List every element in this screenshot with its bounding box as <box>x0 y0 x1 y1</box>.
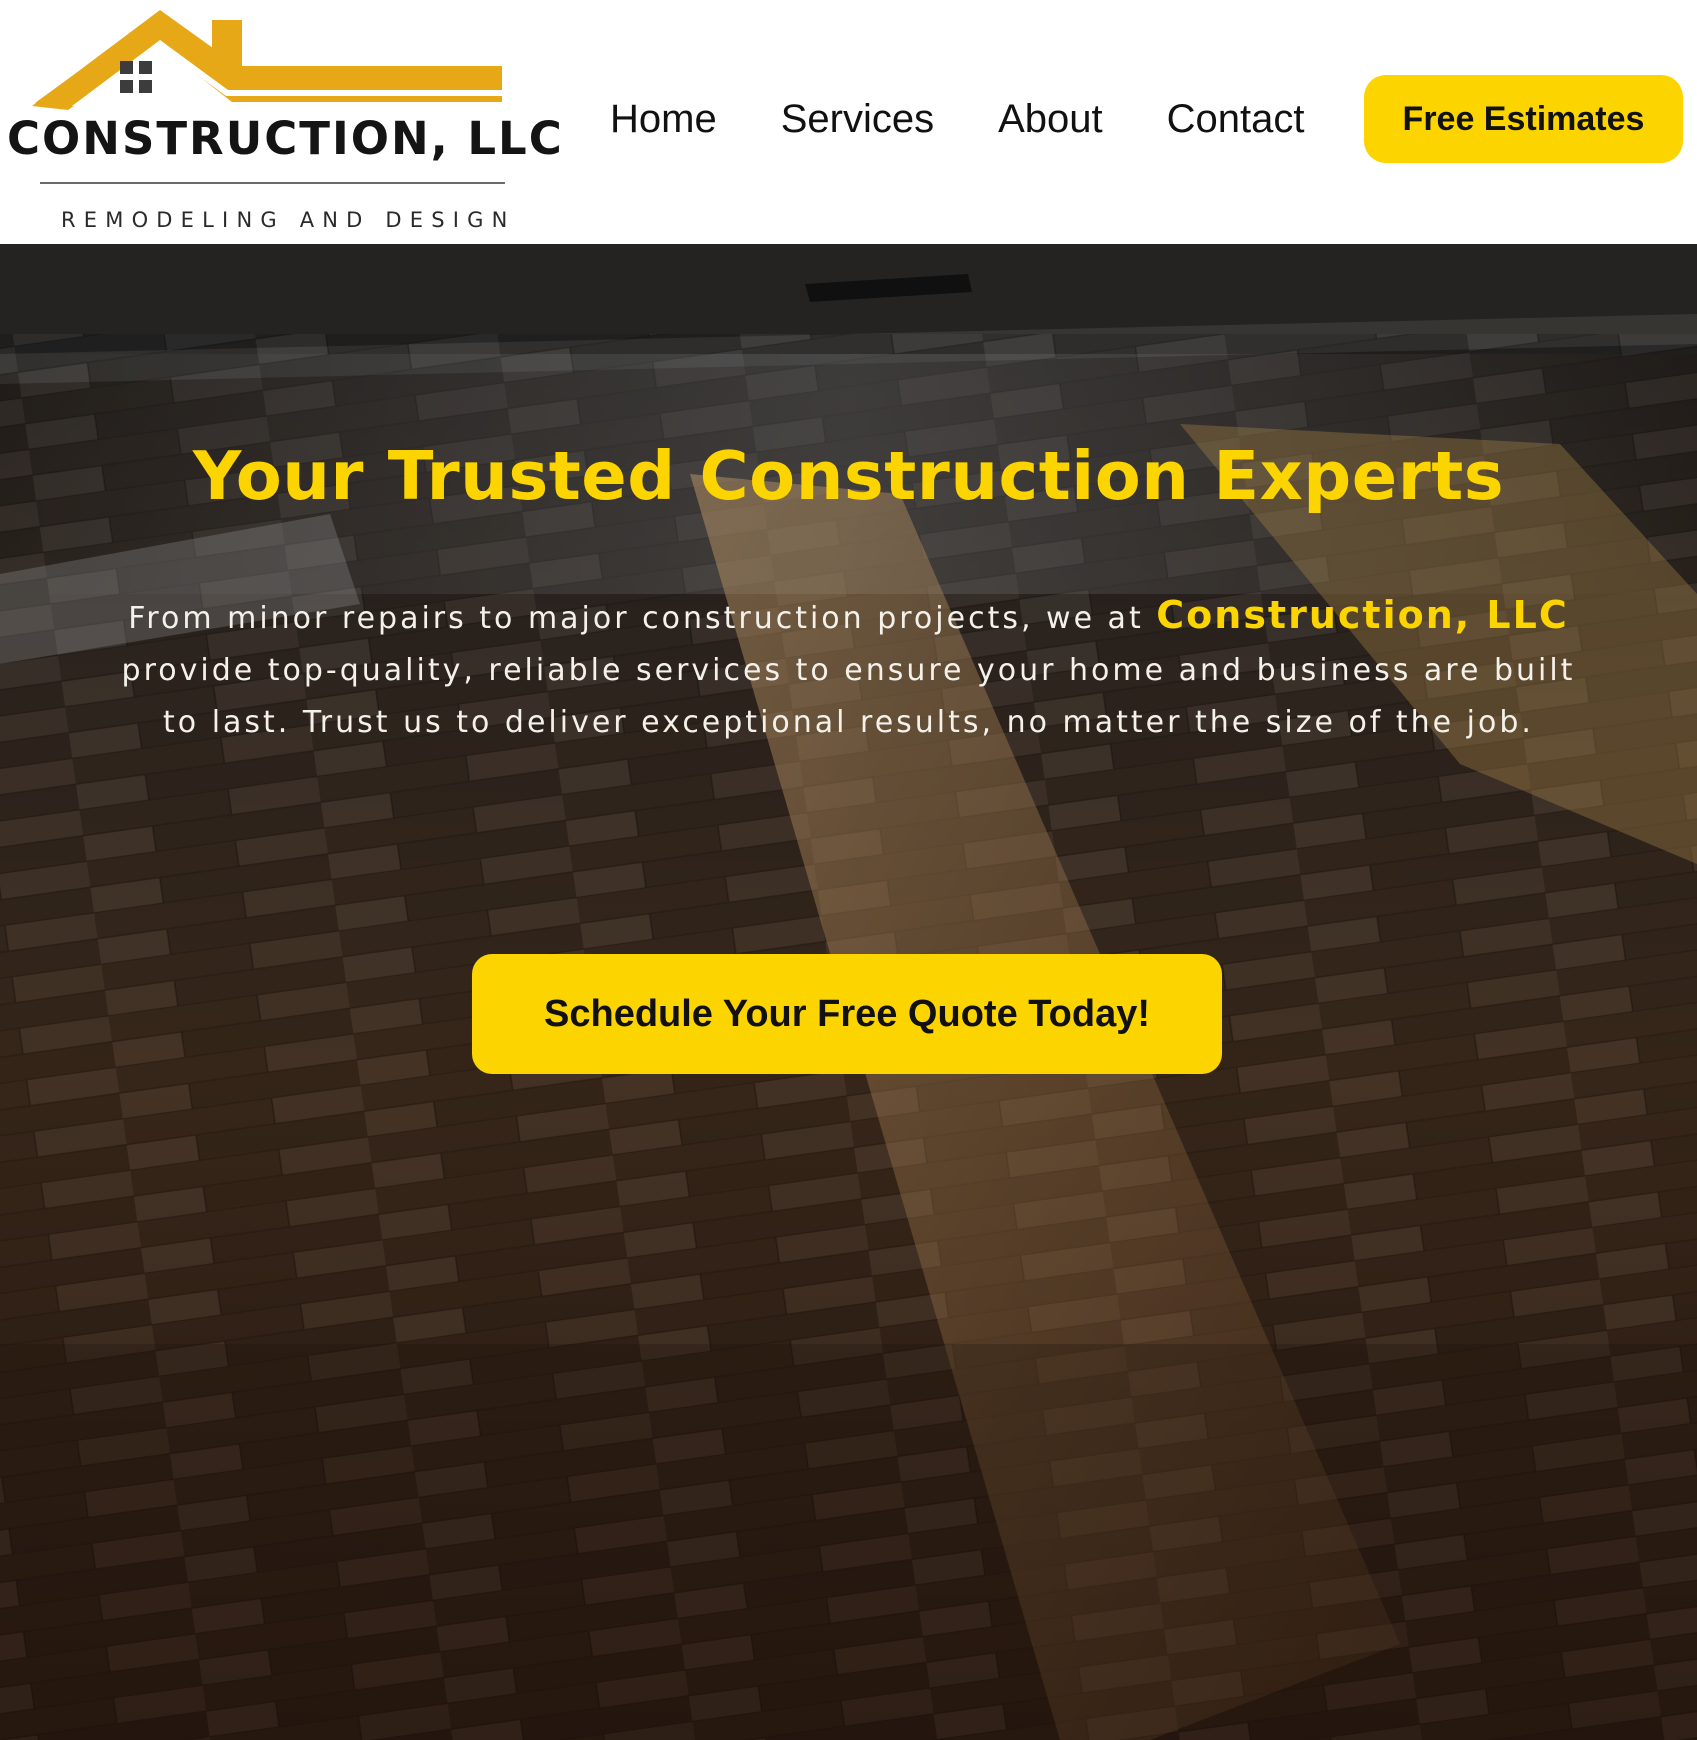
hero-description: From minor repairs to major construction… <box>100 589 1597 749</box>
site-header: CONSTRUCTION, LLC REMODELING AND DESIGN … <box>0 0 1697 244</box>
window-pane <box>120 80 133 93</box>
logo-tagline: REMODELING AND DESIGN <box>61 208 516 232</box>
hero-brand-highlight: Construction, LLC <box>1156 593 1569 637</box>
logo-divider <box>40 182 505 184</box>
nav-link-home[interactable]: Home <box>610 97 717 142</box>
hero-section: Your Trusted Construction Experts From m… <box>0 244 1697 1740</box>
site-logo[interactable]: CONSTRUCTION, LLC REMODELING AND DESIGN <box>0 0 562 244</box>
nav-link-about[interactable]: About <box>998 97 1103 142</box>
hero-description-intro: From minor repairs to major construction… <box>128 601 1144 636</box>
house-roof-icon <box>32 10 502 110</box>
schedule-quote-button[interactable]: Schedule Your Free Quote Today! <box>472 954 1222 1074</box>
nav-link-services[interactable]: Services <box>781 97 934 142</box>
logo-wordmark: CONSTRUCTION, LLC <box>7 112 564 165</box>
window-pane <box>139 80 152 93</box>
nav-link-contact[interactable]: Contact <box>1167 97 1305 142</box>
hero-description-rest: provide top-quality, reliable services t… <box>121 653 1576 740</box>
hero-title: Your Trusted Construction Experts <box>192 436 1505 515</box>
window-pane <box>139 61 152 74</box>
window-pane <box>120 61 133 74</box>
main-nav: Home Services About Contact <box>610 92 1304 147</box>
free-estimates-button[interactable]: Free Estimates <box>1364 75 1683 163</box>
